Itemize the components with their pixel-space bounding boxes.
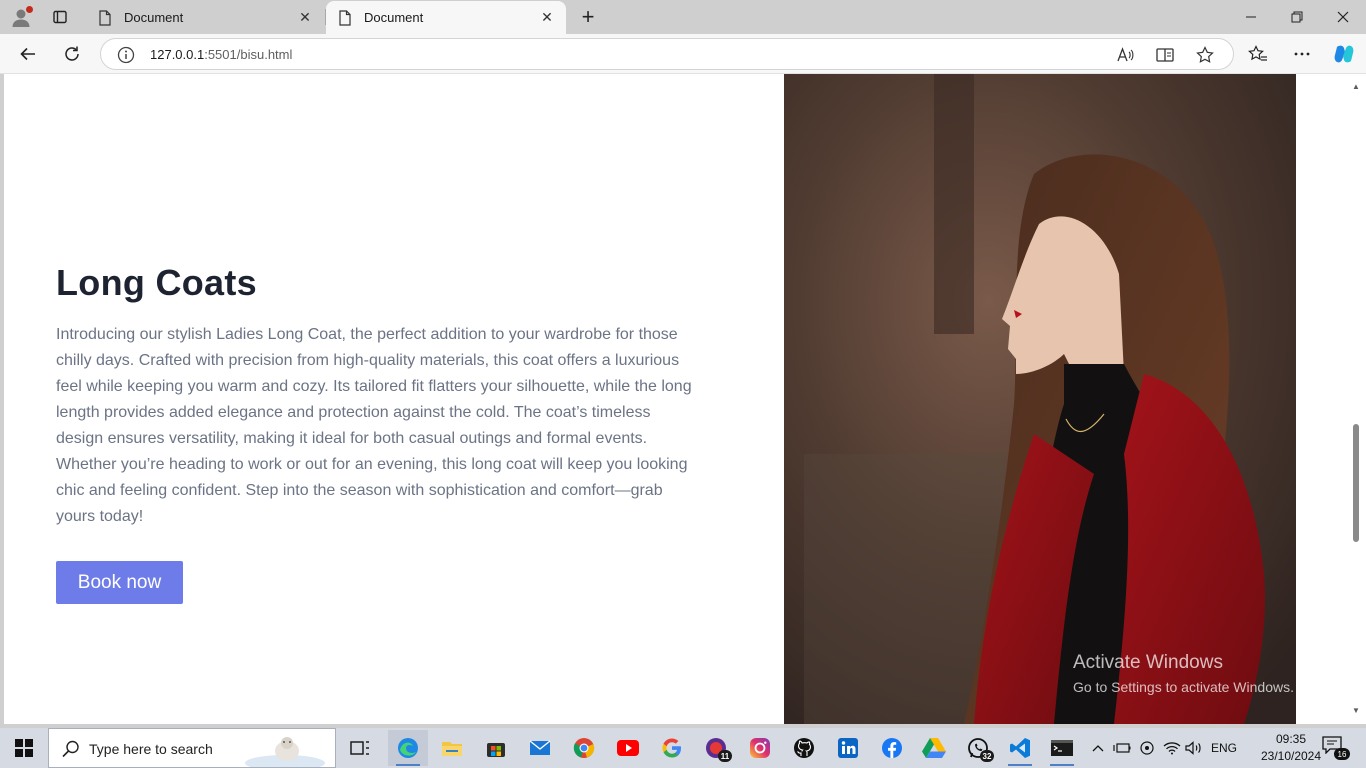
profile-avatar-icon[interactable] bbox=[8, 4, 34, 30]
product-photo bbox=[784, 74, 1296, 724]
google-drive-icon[interactable] bbox=[914, 730, 954, 766]
book-now-button[interactable]: Book now bbox=[56, 561, 183, 604]
start-windows-icon[interactable] bbox=[0, 728, 48, 768]
wifi-icon[interactable] bbox=[1162, 738, 1182, 758]
mail-icon[interactable] bbox=[520, 730, 560, 766]
notification-count-badge: 16 bbox=[1334, 748, 1350, 760]
input-language[interactable]: ENG bbox=[1211, 741, 1237, 755]
read-aloud-icon[interactable] bbox=[1114, 44, 1136, 66]
facebook-icon[interactable] bbox=[872, 730, 912, 766]
tab-actions-icon[interactable] bbox=[46, 6, 74, 28]
scrollbar-thumb[interactable] bbox=[1353, 424, 1359, 542]
scroll-down-arrow-icon[interactable]: ▼ bbox=[1352, 706, 1360, 715]
url-path: :5501/bisu.html bbox=[204, 47, 293, 62]
camera-privacy-icon[interactable] bbox=[1137, 738, 1157, 758]
active-app-indicator bbox=[1008, 764, 1032, 766]
windows-activation-watermark: Activate Windows Go to Settings to activ… bbox=[1073, 652, 1294, 695]
restore-icon[interactable] bbox=[1274, 0, 1320, 34]
edge-browser-icon[interactable] bbox=[388, 730, 428, 766]
vertical-scrollbar[interactable]: ▲ ▼ bbox=[1346, 74, 1366, 724]
back-arrow-icon[interactable] bbox=[14, 40, 42, 68]
page-title: Long Coats bbox=[56, 262, 257, 303]
document-icon bbox=[99, 9, 111, 26]
calendar-app-icon[interactable]: 11 bbox=[696, 730, 736, 766]
show-hidden-icons-chevron-icon[interactable] bbox=[1088, 738, 1108, 758]
chrome-icon[interactable] bbox=[564, 730, 604, 766]
favorite-star-icon[interactable] bbox=[1194, 44, 1216, 66]
copilot-icon[interactable] bbox=[1330, 40, 1358, 68]
instagram-icon[interactable] bbox=[740, 730, 780, 766]
vscode-icon[interactable] bbox=[1000, 730, 1040, 766]
search-placeholder: Type here to search bbox=[89, 741, 213, 757]
calendar-badge: 11 bbox=[718, 750, 732, 762]
product-description: Introducing our stylish Ladies Long Coat… bbox=[56, 326, 692, 525]
favorites-icon[interactable] bbox=[1244, 40, 1272, 68]
tab-title: Document bbox=[364, 10, 424, 25]
linkedin-icon[interactable] bbox=[828, 730, 868, 766]
profile-notification-dot bbox=[26, 6, 33, 13]
new-tab-plus-icon[interactable]: + bbox=[576, 4, 600, 29]
activation-title: Activate Windows bbox=[1073, 652, 1223, 673]
tab-document-1[interactable]: Document ✕ bbox=[86, 1, 324, 34]
document-icon bbox=[339, 9, 351, 26]
more-options-icon[interactable] bbox=[1288, 40, 1316, 68]
address-bar[interactable]: 127.0.0.1:5501/bisu.html bbox=[100, 38, 1234, 70]
search-highlight-leopard-icon bbox=[245, 737, 325, 767]
active-app-indicator bbox=[396, 764, 420, 766]
scroll-up-arrow-icon[interactable]: ▲ bbox=[1352, 82, 1360, 91]
google-icon[interactable] bbox=[652, 730, 692, 766]
whatsapp-badge: 32 bbox=[980, 750, 994, 762]
system-clock[interactable]: 09:35 23/10/2024 bbox=[1260, 731, 1322, 765]
immersive-reader-icon[interactable] bbox=[1154, 44, 1176, 66]
github-icon[interactable] bbox=[784, 730, 824, 766]
windows-taskbar: Type here to search 11 32 ENG 09:35 23/1… bbox=[0, 728, 1366, 768]
terminal-icon[interactable] bbox=[1042, 730, 1082, 766]
microsoft-store-icon[interactable] bbox=[476, 730, 516, 766]
browser-toolbar: 127.0.0.1:5501/bisu.html bbox=[0, 34, 1366, 74]
taskbar-search-box[interactable]: Type here to search bbox=[48, 728, 336, 768]
close-tab-icon[interactable]: ✕ bbox=[296, 9, 314, 27]
close-tab-icon[interactable]: ✕ bbox=[538, 9, 556, 27]
tab-document-2[interactable]: Document ✕ bbox=[326, 1, 566, 34]
site-info-icon[interactable] bbox=[117, 46, 135, 64]
youtube-icon[interactable] bbox=[608, 730, 648, 766]
url-text[interactable]: 127.0.0.1:5501/bisu.html bbox=[150, 47, 292, 62]
volume-icon[interactable] bbox=[1184, 738, 1204, 758]
tab-title: Document bbox=[124, 10, 184, 25]
activation-subtitle: Go to Settings to activate Windows. bbox=[1073, 679, 1294, 695]
task-view-icon[interactable] bbox=[340, 730, 380, 766]
page-viewport: Long Coats Introducing our stylish Ladie… bbox=[0, 74, 1366, 724]
minimize-icon[interactable] bbox=[1228, 0, 1274, 34]
search-icon bbox=[62, 740, 79, 758]
notification-center-icon[interactable]: 16 bbox=[1322, 736, 1350, 760]
close-window-icon[interactable] bbox=[1320, 0, 1366, 34]
clock-date: 23/10/2024 bbox=[1260, 749, 1322, 763]
whatsapp-icon[interactable]: 32 bbox=[958, 730, 998, 766]
active-app-indicator bbox=[1050, 764, 1074, 766]
file-explorer-icon[interactable] bbox=[432, 730, 472, 766]
refresh-icon[interactable] bbox=[58, 40, 86, 68]
clock-time: 09:35 bbox=[1275, 732, 1307, 746]
battery-icon[interactable] bbox=[1112, 738, 1132, 758]
tab-strip: Document ✕ Document ✕ + bbox=[0, 0, 1366, 34]
page-content: Long Coats Introducing our stylish Ladie… bbox=[4, 74, 1346, 724]
url-host: 127.0.0.1 bbox=[150, 47, 205, 62]
